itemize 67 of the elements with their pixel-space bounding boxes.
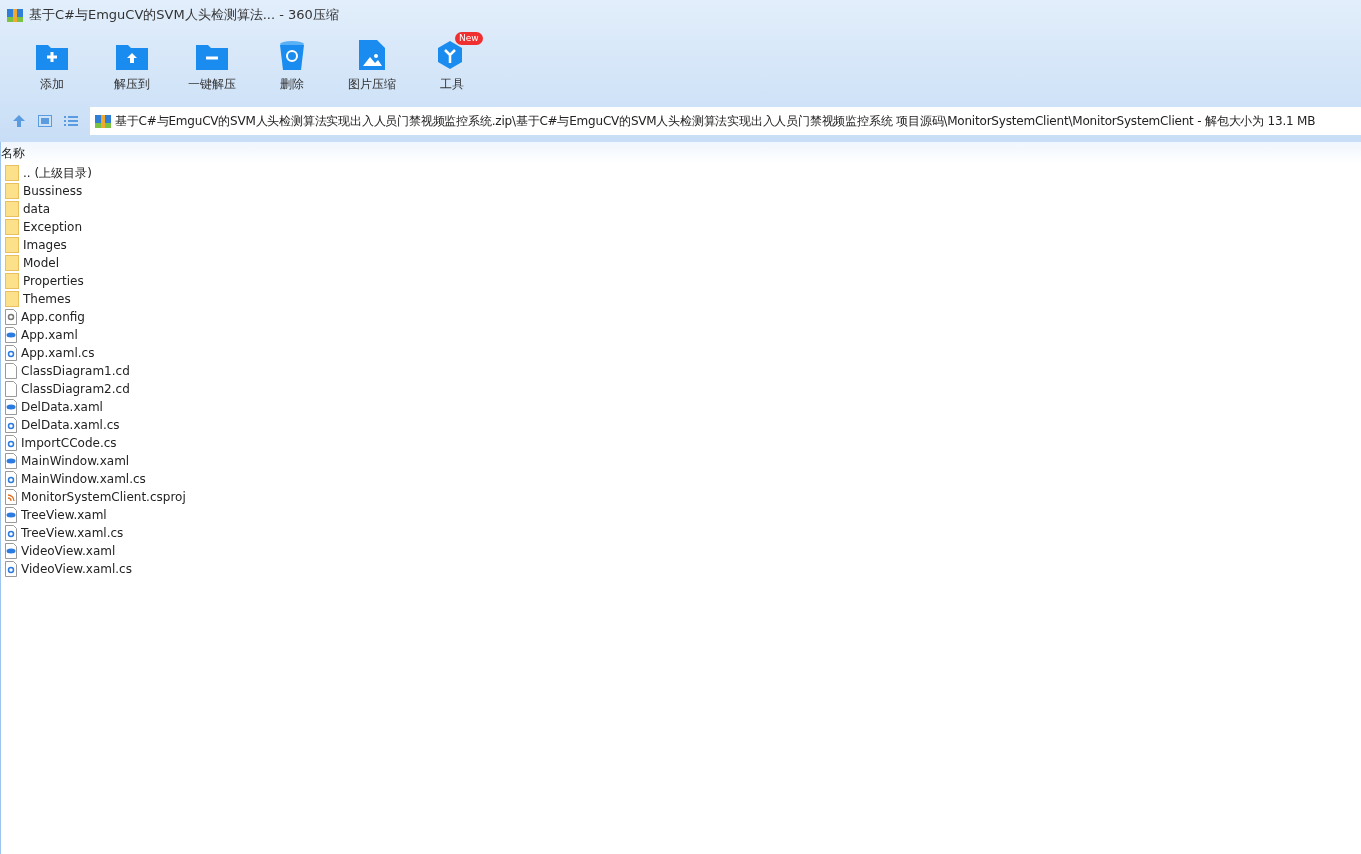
folder-icon	[5, 201, 19, 217]
toolbar-button[interactable]: 一键解压	[172, 30, 252, 100]
archive-icon	[95, 113, 111, 129]
folder-plus-icon	[36, 42, 68, 70]
file-name[interactable]: App.config	[21, 310, 85, 324]
new-badge: New	[455, 32, 483, 45]
folder-minus-icon	[196, 42, 228, 70]
eye-file-icon	[5, 543, 17, 559]
blank-file-icon	[5, 363, 17, 379]
file-name[interactable]: Bussiness	[23, 184, 83, 198]
archive-path: 基于C#与EmguCV的SVM人头检测算法实现出入人员门禁视频监控系统.zip\基于C#与EmguCV的SVM人头检测算法实现出入人员门禁视频监控系统 项目源码\MonitorSystemClient\MonitorSystemClient - 解包大小为 13.1 MB	[115, 112, 1316, 130]
list-view-icon[interactable]	[64, 115, 78, 127]
folder-icon	[5, 291, 19, 307]
gear-file-icon	[5, 309, 17, 325]
file-name[interactable]: MainWindow.xaml.cs	[21, 472, 146, 486]
folder-icon	[5, 273, 19, 289]
folder-icon	[5, 183, 19, 199]
toolbar-button[interactable]: New 工具	[412, 30, 492, 100]
file-name[interactable]: DelData.xaml.cs	[21, 418, 120, 432]
file-name[interactable]: ImportCCode.cs	[21, 436, 117, 450]
eye-file-icon	[5, 399, 17, 415]
blank-file-icon	[5, 381, 17, 397]
file-name[interactable]: App.xaml.cs	[21, 346, 95, 360]
address-field[interactable]: 基于C#与EmguCV的SVM人头检测算法实现出入人员门禁视频监控系统.zip\基于C#与EmguCV的SVM人头检测算法实现出入人员门禁视频监控系统 项目源码\MonitorSystemClient\MonitorSystemClient - 解包大小为 13.1 MB	[90, 107, 1361, 135]
file-name[interactable]: MonitorSystemClient.csproj	[21, 490, 186, 504]
toolbar-button[interactable]: 图片压缩	[332, 30, 412, 100]
folder-icon	[5, 165, 19, 181]
file-name[interactable]: TreeView.xaml	[21, 508, 107, 522]
recycle-bin-icon	[279, 40, 305, 70]
file-name[interactable]: data	[23, 202, 51, 216]
eye-file-icon	[5, 453, 17, 469]
file-name[interactable]: VideoView.xaml	[21, 544, 116, 558]
folder-icon	[5, 237, 19, 253]
code-file-icon	[5, 417, 17, 433]
feed-file-icon	[5, 489, 17, 505]
thumbnail-view-icon[interactable]	[38, 115, 52, 127]
file-name[interactable]: DelData.xaml	[21, 400, 103, 414]
file-name[interactable]: Images	[23, 238, 67, 252]
toolbar-button[interactable]: 添加	[12, 30, 92, 100]
file-name[interactable]: ClassDiagram2.cd	[21, 382, 130, 396]
file-name[interactable]: App.xaml	[21, 328, 78, 342]
file-name[interactable]: Themes	[23, 292, 71, 306]
file-name[interactable]: TreeView.xaml.cs	[21, 526, 124, 540]
window-title: 基于C#与EmguCV的SVM人头检测算法... - 360压缩	[29, 6, 339, 24]
code-file-icon	[5, 471, 17, 487]
eye-file-icon	[5, 327, 17, 343]
file-name[interactable]: Exception	[23, 220, 83, 234]
toolbar-button[interactable]: 解压到	[92, 30, 172, 100]
folder-icon	[5, 255, 19, 271]
file-name[interactable]: Model	[23, 256, 60, 270]
file-name[interactable]: .. (上级目录)	[23, 164, 92, 182]
file-name[interactable]: Properties	[23, 274, 84, 288]
folder-upload-icon	[116, 42, 148, 70]
code-file-icon	[5, 561, 17, 577]
code-file-icon	[5, 345, 17, 361]
archive-icon	[7, 7, 23, 23]
eye-file-icon	[5, 507, 17, 523]
file-name[interactable]: MainWindow.xaml	[21, 454, 130, 468]
folder-icon	[5, 219, 19, 235]
image-file-icon	[359, 40, 385, 70]
up-arrow-icon[interactable]	[12, 114, 26, 128]
column-header[interactable]: 名称	[1, 144, 25, 162]
toolbar-button[interactable]: 删除	[252, 30, 332, 100]
code-file-icon	[5, 435, 17, 451]
code-file-icon	[5, 525, 17, 541]
file-name[interactable]: VideoView.xaml.cs	[21, 562, 132, 576]
file-name[interactable]: ClassDiagram1.cd	[21, 364, 130, 378]
